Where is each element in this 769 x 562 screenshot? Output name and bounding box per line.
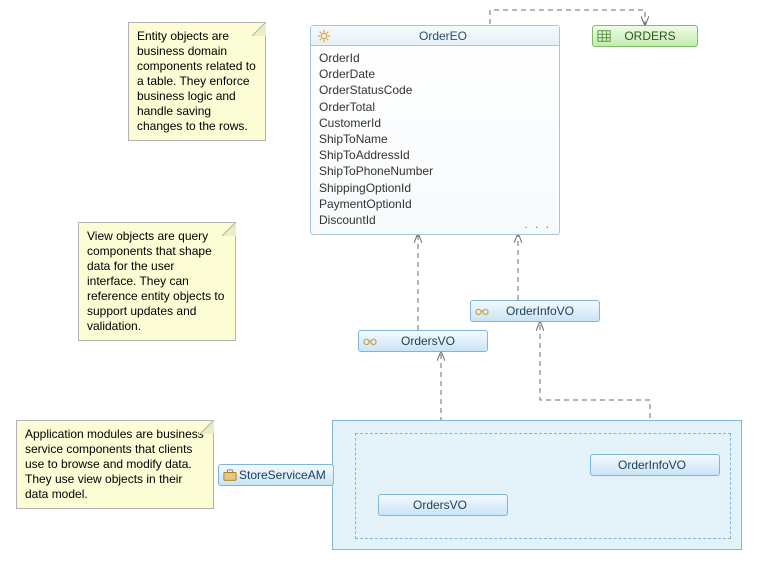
app-module-container[interactable] <box>332 420 742 550</box>
app-module-storeservice[interactable]: StoreServiceAM <box>218 464 334 486</box>
glasses-icon <box>363 334 377 348</box>
table-orders[interactable]: ORDERS <box>592 25 698 47</box>
app-module-inner <box>355 433 731 539</box>
am-usage-orders-vo[interactable]: OrdersVO <box>378 494 508 516</box>
entity-attr: ShippingOptionId <box>319 180 551 196</box>
entity-attr: OrderDate <box>319 66 551 82</box>
gear-icon <box>317 29 331 43</box>
view-label: OrderInfoVO <box>491 304 589 318</box>
app-module-label: StoreServiceAM <box>239 468 326 482</box>
entity-attr: DiscountId <box>319 212 551 228</box>
view-orderinfo-vo[interactable]: OrderInfoVO <box>470 300 600 322</box>
am-usage-orderinfo-vo[interactable]: OrderInfoVO <box>590 454 720 476</box>
entity-attr: ShipToPhoneNumber <box>319 163 551 179</box>
am-usage-label: OrderInfoVO <box>595 458 709 472</box>
note-entity-objects: Entity objects are business domain compo… <box>128 22 266 141</box>
note-view-objects: View objects are query components that s… <box>78 222 236 341</box>
entity-attr: OrderId <box>319 50 551 66</box>
entity-attr: PaymentOptionId <box>319 196 551 212</box>
entity-attr: OrderTotal <box>319 99 551 115</box>
entity-attr: CustomerId <box>319 115 551 131</box>
entity-order-eo[interactable]: OrderEO OrderId OrderDate OrderStatusCod… <box>310 25 560 235</box>
view-orders-vo[interactable]: OrdersVO <box>358 330 488 352</box>
table-icon <box>597 29 611 43</box>
glasses-icon <box>475 304 489 318</box>
note-application-modules: Application modules are business service… <box>16 420 214 509</box>
briefcase-icon <box>223 468 237 482</box>
entity-attributes: OrderId OrderDate OrderStatusCode OrderT… <box>311 46 559 234</box>
am-usage-label: OrdersVO <box>383 498 497 512</box>
entity-title: OrderEO <box>333 29 553 43</box>
view-label: OrdersVO <box>379 334 477 348</box>
table-label: ORDERS <box>613 29 687 43</box>
entity-attr: ShipToName <box>319 131 551 147</box>
entity-attr: OrderStatusCode <box>319 82 551 98</box>
entity-attr: ShipToAddressId <box>319 147 551 163</box>
